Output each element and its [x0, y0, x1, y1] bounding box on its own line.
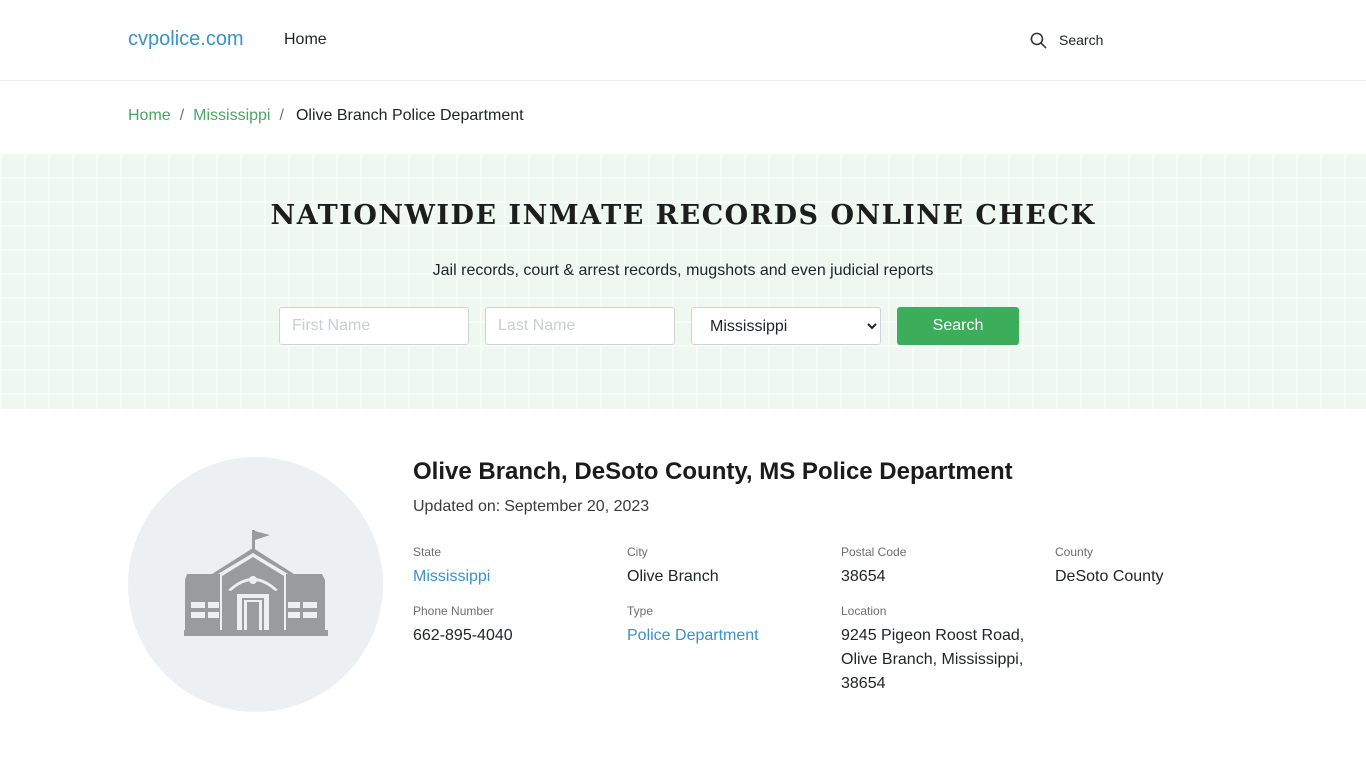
building-icon: [183, 529, 328, 636]
updated-on: Updated on: September 20, 2023: [413, 498, 649, 516]
search-submit-button[interactable]: Search: [897, 307, 1019, 345]
top-navbar: cvpolice.com Home Search: [0, 0, 1366, 81]
hero-subheading: Jail records, court & arrest records, mu…: [432, 262, 934, 279]
breadcrumb-home-link[interactable]: Home: [128, 107, 171, 125]
header-search-button[interactable]: Search: [1029, 29, 1103, 51]
inmate-search-hero: NATIONWIDE INMATE RECORDS ONLINE CHECK J…: [0, 153, 1366, 409]
field-state-link[interactable]: Mississippi: [413, 565, 490, 589]
field-state: State Mississippi: [413, 545, 490, 589]
breadcrumb-separator: /: [279, 107, 284, 124]
nav-home-link[interactable]: Home: [284, 31, 327, 49]
inmate-search-form: Mississippi Search: [279, 307, 1019, 345]
field-type: Type Police Department: [627, 604, 759, 648]
field-county-label: County: [1055, 545, 1094, 559]
hero-heading: NATIONWIDE INMATE RECORDS ONLINE CHECK: [270, 200, 1096, 231]
field-location-label: Location: [841, 604, 887, 618]
field-type-label: Type: [627, 604, 654, 618]
breadcrumb-current: Olive Branch Police Department: [295, 107, 524, 124]
brand-logo-link[interactable]: cvpolice.com: [128, 28, 244, 51]
field-phone-label: Phone Number: [413, 604, 494, 618]
updated-date: September 20, 2023: [504, 498, 650, 515]
field-state-label: State: [413, 545, 442, 559]
header-search-label: Search: [1059, 32, 1104, 48]
state-select[interactable]: Mississippi: [691, 307, 881, 345]
field-postal-code: Postal Code 38654: [841, 545, 906, 589]
field-phone: Phone Number 662-895-4040: [413, 604, 513, 648]
field-county-value: DeSoto County: [1055, 568, 1164, 585]
field-city: City Olive Branch: [627, 545, 719, 589]
department-avatar: [128, 457, 383, 712]
field-city-value: Olive Branch: [627, 568, 719, 585]
field-location: Location 9245 Pigeon Roost Road, Olive B…: [841, 604, 1041, 696]
field-postal-value: 38654: [841, 568, 886, 585]
breadcrumb-state-link[interactable]: Mississippi: [193, 107, 270, 125]
field-city-label: City: [627, 545, 648, 559]
search-icon: [1030, 32, 1047, 48]
last-name-input[interactable]: [485, 307, 675, 345]
first-name-input[interactable]: [279, 307, 469, 345]
department-title: Olive Branch, DeSoto County, MS Police D…: [413, 458, 1013, 485]
updated-label: Updated on:: [413, 498, 501, 515]
field-county: County DeSoto County: [1055, 545, 1164, 589]
breadcrumb: Home / Mississippi / Olive Branch Police…: [128, 107, 524, 125]
breadcrumb-separator: /: [179, 107, 185, 124]
field-postal-label: Postal Code: [841, 545, 907, 559]
field-location-value: 9245 Pigeon Roost Road, Olive Branch, Mi…: [841, 627, 1025, 692]
field-phone-value: 662-895-4040: [413, 627, 513, 644]
field-type-link[interactable]: Police Department: [627, 624, 759, 648]
